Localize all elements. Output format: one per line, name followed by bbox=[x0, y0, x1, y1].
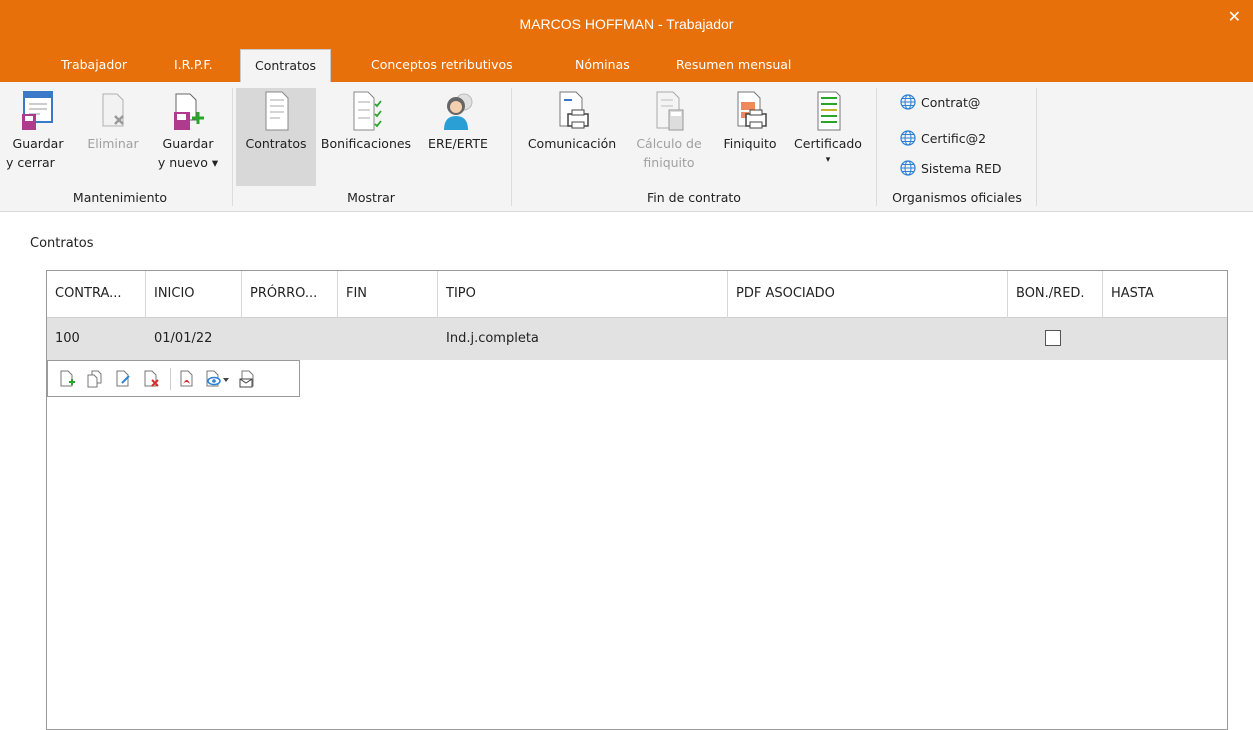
eliminar-button[interactable]: Eliminar bbox=[81, 90, 145, 153]
grid-header: CONTRA... INICIO PRÓRRO... FIN TIPO PDF … bbox=[47, 271, 1227, 318]
edit-document-icon[interactable] bbox=[114, 370, 132, 388]
tab-trabajador[interactable]: Trabajador bbox=[61, 57, 127, 72]
finiquito-button[interactable]: Finiquito bbox=[713, 90, 787, 153]
guardar-y-cerrar-button[interactable]: Guardar y cerrar bbox=[6, 90, 70, 172]
save-new-icon bbox=[174, 93, 204, 130]
copy-document-icon[interactable] bbox=[86, 370, 104, 388]
tab-contratos[interactable]: Contratos bbox=[240, 49, 332, 83]
comunicacion-label: Comunicación bbox=[527, 136, 617, 151]
sistema-red-label: Sistema RED bbox=[921, 160, 1002, 176]
guardar-nuevo-line2: y nuevo ▾ bbox=[157, 155, 219, 170]
column-header-contrato[interactable]: CONTRA... bbox=[47, 271, 146, 318]
contrata-link[interactable]: Contrat@ bbox=[900, 94, 980, 110]
group-label-mostrar: Mostrar bbox=[347, 190, 395, 205]
column-header-fin[interactable]: FIN bbox=[338, 271, 438, 318]
email-document-icon[interactable] bbox=[238, 370, 258, 388]
globe-icon bbox=[900, 130, 916, 146]
calculo-finiquito-line1: Cálculo de bbox=[636, 136, 702, 151]
ribbon: Guardar y cerrar Eliminar Guardar y nuev… bbox=[0, 82, 1253, 212]
calculo-finiquito-line2: finiquito bbox=[643, 155, 695, 170]
column-header-inicio[interactable]: INICIO bbox=[146, 271, 242, 318]
eliminar-label: Eliminar bbox=[87, 136, 139, 151]
section-title: Contratos bbox=[30, 236, 94, 251]
column-header-pdf-asociado[interactable]: PDF ASOCIADO bbox=[728, 271, 1008, 318]
column-header-hasta[interactable]: HASTA bbox=[1103, 271, 1228, 318]
cell-tipo: Ind.j.completa bbox=[446, 331, 539, 346]
delete-document-icon[interactable] bbox=[142, 370, 160, 388]
print-document-icon bbox=[559, 91, 589, 129]
person-icon bbox=[444, 93, 473, 130]
window-title: MARCOS HOFFMAN - Trabajador bbox=[519, 16, 734, 32]
grid-toolbar bbox=[47, 360, 300, 397]
delete-document-icon bbox=[102, 93, 124, 127]
close-icon[interactable]: ✕ bbox=[1228, 7, 1241, 26]
certificado-button[interactable]: Certificado ▾ bbox=[788, 90, 868, 167]
title-bar: MARCOS HOFFMAN - Trabajador ✕ bbox=[0, 0, 1253, 42]
ere-erte-button[interactable]: ERE/ERTE bbox=[418, 90, 498, 153]
group-label-mantenimiento: Mantenimiento bbox=[72, 190, 168, 205]
globe-icon bbox=[900, 160, 916, 176]
finiquito-label: Finiquito bbox=[723, 136, 777, 151]
contrata-label: Contrat@ bbox=[921, 94, 981, 110]
cell-inicio: 01/01/22 bbox=[154, 331, 213, 346]
view-document-icon[interactable] bbox=[204, 370, 230, 388]
toolbar-separator bbox=[170, 368, 171, 390]
chevron-down-icon: ▾ bbox=[825, 155, 831, 165]
group-label-organismos-oficiales: Organismos oficiales bbox=[892, 190, 1022, 205]
sistema-red-link[interactable]: Sistema RED bbox=[900, 160, 1002, 176]
bon-red-checkbox[interactable] bbox=[1045, 330, 1061, 346]
pdf-icon[interactable] bbox=[178, 370, 196, 388]
ribbon-separator bbox=[511, 88, 512, 206]
tab-conceptos-retributivos[interactable]: Conceptos retributivos bbox=[371, 57, 513, 72]
guardar-nuevo-line1: Guardar bbox=[162, 136, 214, 151]
settlement-print-icon bbox=[737, 91, 767, 129]
contratos-button[interactable]: Contratos bbox=[236, 88, 316, 186]
tab-irpf[interactable]: I.R.P.F. bbox=[174, 57, 213, 72]
save-close-icon bbox=[22, 91, 53, 130]
certifica2-link[interactable]: Certific@2 bbox=[900, 130, 986, 146]
contracts-grid: CONTRA... INICIO PRÓRRO... FIN TIPO PDF … bbox=[46, 270, 1228, 730]
globe-icon bbox=[900, 94, 916, 110]
tab-resumen-mensual[interactable]: Resumen mensual bbox=[676, 57, 791, 72]
tab-nominas[interactable]: Nóminas bbox=[575, 57, 630, 72]
certifica2-label: Certific@2 bbox=[921, 130, 987, 146]
column-header-tipo[interactable]: TIPO bbox=[438, 271, 728, 318]
contratos-label: Contratos bbox=[245, 136, 307, 151]
certificado-label: Certificado bbox=[794, 136, 862, 151]
guardar-y-nuevo-button[interactable]: Guardar y nuevo ▾ bbox=[156, 90, 220, 172]
ribbon-separator bbox=[232, 88, 233, 206]
new-document-icon[interactable] bbox=[58, 370, 76, 388]
column-header-bon-red[interactable]: BON./RED. bbox=[1008, 271, 1103, 318]
cell-contrato: 100 bbox=[55, 331, 80, 346]
bonificaciones-button[interactable]: Bonificaciones bbox=[318, 90, 414, 153]
ribbon-separator bbox=[1036, 88, 1037, 206]
guardar-cerrar-line2: y cerrar bbox=[6, 155, 55, 170]
certificate-document-icon bbox=[817, 91, 841, 131]
calculator-document-icon bbox=[656, 91, 684, 131]
contract-document-icon bbox=[265, 91, 289, 131]
column-header-prorroga[interactable]: PRÓRRO... bbox=[242, 271, 338, 318]
table-row[interactable]: 100 01/01/22 Ind.j.completa bbox=[47, 318, 1227, 360]
ribbon-separator bbox=[876, 88, 877, 206]
guardar-cerrar-line1: Guardar bbox=[12, 136, 64, 151]
ere-erte-label: ERE/ERTE bbox=[428, 136, 488, 151]
comunicacion-button[interactable]: Comunicación bbox=[517, 90, 627, 153]
bonificaciones-label: Bonificaciones bbox=[320, 136, 412, 151]
calculo-finiquito-button[interactable]: Cálculo de finiquito bbox=[628, 90, 710, 172]
ribbon-tabs: Trabajador I.R.P.F. Contratos Conceptos … bbox=[0, 42, 1253, 83]
bonus-checklist-icon bbox=[353, 91, 382, 131]
group-label-fin-de-contrato: Fin de contrato bbox=[647, 190, 741, 205]
